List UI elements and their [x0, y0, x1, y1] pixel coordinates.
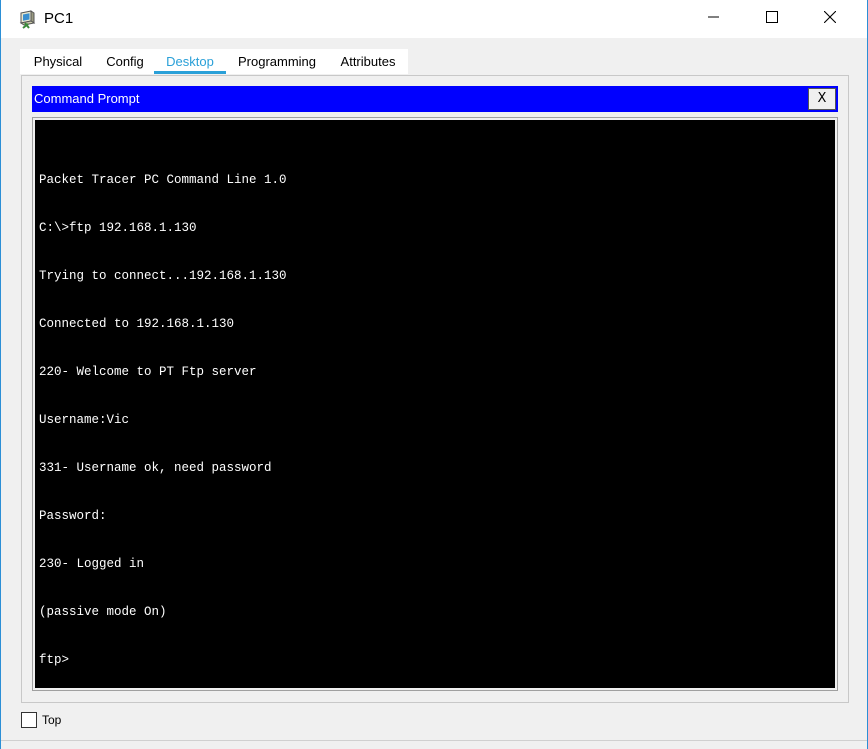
- terminal-line: Password:: [39, 509, 107, 523]
- packet-tracer-pc-icon: [19, 9, 39, 29]
- command-prompt-titlebar: Command Prompt X: [32, 86, 838, 112]
- window-title: PC1: [44, 10, 74, 27]
- footer: Top: [21, 710, 61, 730]
- maximize-button[interactable]: [743, 0, 801, 38]
- terminal-line: 331- Username ok, need password: [39, 461, 272, 475]
- tab-physical[interactable]: Physical: [20, 49, 96, 74]
- terminal-line: Packet Tracer PC Command Line 1.0: [39, 173, 287, 187]
- tab-bar: Physical Config Desktop Programming Attr…: [20, 49, 408, 74]
- window-titlebar[interactable]: PC1: [1, 0, 867, 38]
- terminal-output[interactable]: Packet Tracer PC Command Line 1.0 C:\>ft…: [35, 120, 835, 688]
- terminal-line: C:\>ftp 192.168.1.130: [39, 221, 197, 235]
- maximize-icon: [766, 10, 778, 28]
- command-prompt-close-button[interactable]: X: [808, 88, 836, 110]
- terminal-line: (passive mode On): [39, 605, 167, 619]
- terminal-line: Trying to connect...192.168.1.130: [39, 269, 287, 283]
- tab-attributes[interactable]: Attributes: [328, 49, 408, 74]
- command-prompt-title: Command Prompt: [34, 91, 140, 106]
- top-checkbox-label: Top: [42, 713, 62, 727]
- close-button[interactable]: [801, 0, 859, 38]
- tab-programming[interactable]: Programming: [226, 49, 328, 74]
- tab-config[interactable]: Config: [96, 49, 154, 74]
- terminal-prompt-line: ftp>: [39, 653, 70, 667]
- top-checkbox[interactable]: [21, 712, 37, 728]
- terminal-line: 230- Logged in: [39, 557, 145, 571]
- close-icon: [823, 10, 837, 28]
- window-bottom-edge: [1, 740, 867, 749]
- tab-desktop[interactable]: Desktop: [154, 49, 226, 74]
- pc1-window: PC1 Physical Config Desktop Programming …: [0, 0, 868, 749]
- minimize-icon: [708, 10, 720, 28]
- terminal-line: Username:Vic: [39, 413, 130, 427]
- terminal-line: 220- Welcome to PT Ftp server: [39, 365, 257, 379]
- minimize-button[interactable]: [685, 0, 743, 38]
- terminal-line: Connected to 192.168.1.130: [39, 317, 235, 331]
